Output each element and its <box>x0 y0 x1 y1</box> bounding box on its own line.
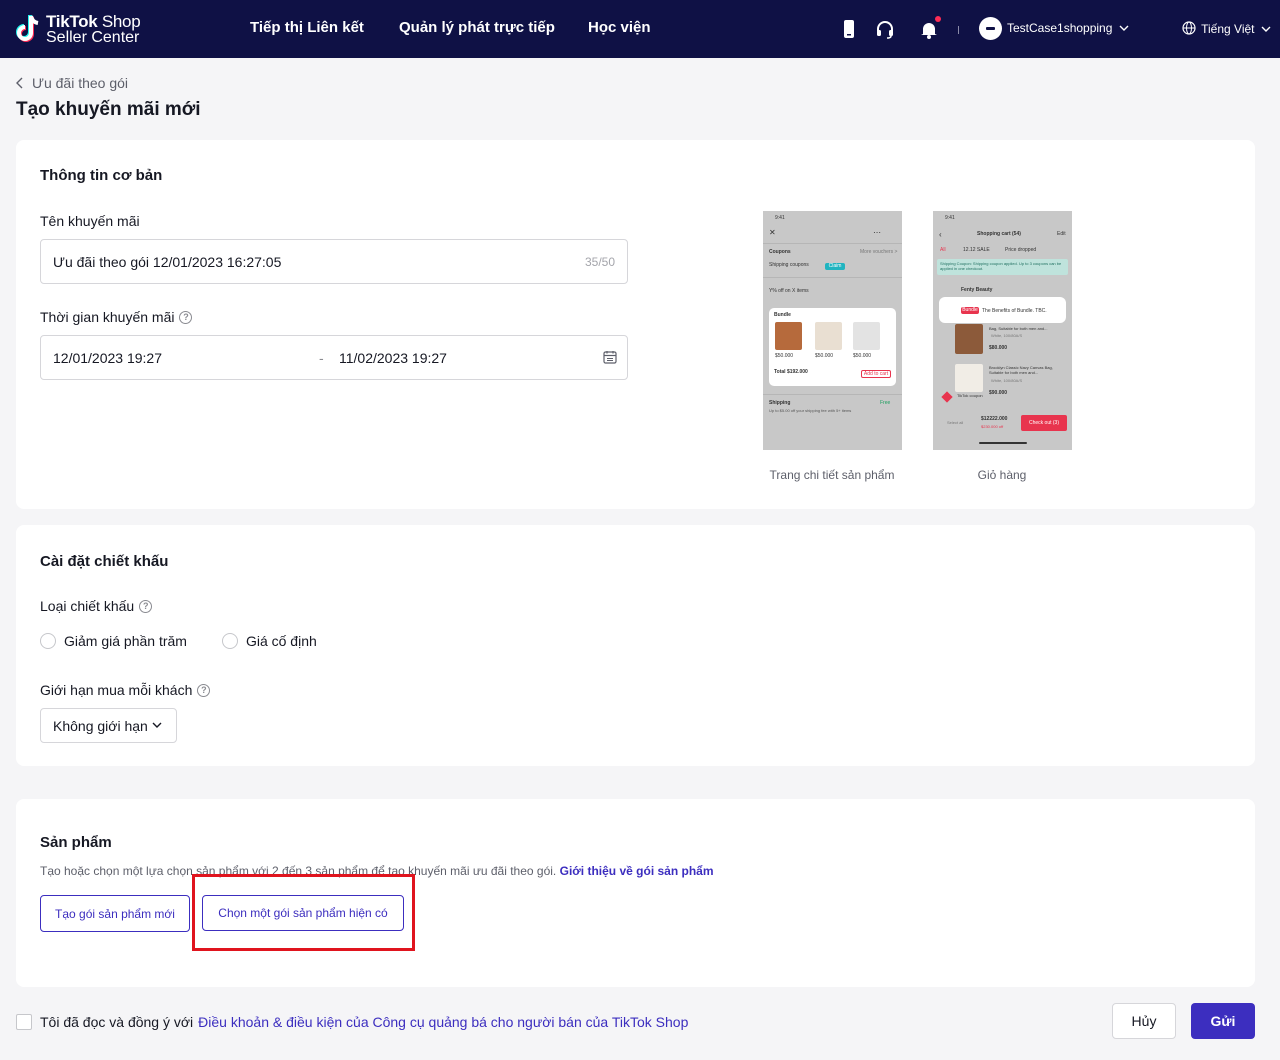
chevron-down-icon <box>1119 25 1129 31</box>
section-title: Cài đặt chiết khấu <box>40 553 169 570</box>
discount-type-label: Loại chiết khấu? <box>40 598 153 614</box>
time-end: 11/02/2023 19:27 <box>339 350 447 366</box>
preview-caption-product: Trang chi tiết sản phẩm <box>769 468 895 482</box>
tiktok-shop-logo[interactable]: TikTok Shop Seller Center <box>14 12 144 48</box>
language-selector[interactable]: Tiếng Việt <box>1182 21 1271 36</box>
cancel-button[interactable]: Hủy <box>1112 1003 1176 1039</box>
notification-dot <box>935 16 941 22</box>
phone-icon[interactable] <box>838 18 860 40</box>
promo-time-label: Thời gian khuyến mãi? <box>40 309 193 325</box>
purchase-limit-label: Giới hạn mua mỗi khách? <box>40 682 211 698</box>
user-menu[interactable]: TestCase1shopping <box>1007 21 1129 35</box>
radio-percent[interactable] <box>40 633 56 649</box>
purchase-limit-value: Không giới hạn <box>53 718 148 734</box>
time-start: 12/01/2023 19:27 <box>53 350 162 366</box>
discount-type-group: Giảm giá phần trăm Giá cố định <box>40 633 317 649</box>
agree-text: Tôi đã đọc và đồng ý với Điều khoản & điề… <box>40 1014 689 1030</box>
help-icon[interactable]: ? <box>139 599 153 613</box>
submit-button[interactable]: Gửi <box>1191 1003 1255 1039</box>
radio-percent-label[interactable]: Giảm giá phần trăm <box>64 633 187 649</box>
create-bundle-button[interactable]: Tạo gói sản phẩm mới <box>40 895 190 932</box>
section-title: Thông tin cơ bản <box>40 167 163 184</box>
promo-name-label: Tên khuyến mãi <box>40 213 140 229</box>
section-title: Sản phẩm <box>40 834 112 851</box>
nav-link-academy[interactable]: Học viện <box>588 19 651 36</box>
promo-name-input[interactable]: Ưu đãi theo gói 12/01/2023 16:27:05 35/5… <box>40 239 628 284</box>
basic-info-card: Thông tin cơ bản Tên khuyến mãi Ưu đãi t… <box>16 140 1255 509</box>
tiktok-logo-icon <box>16 15 39 42</box>
chevron-down-icon <box>152 722 162 728</box>
nav-divider <box>958 26 959 34</box>
agree-checkbox[interactable] <box>16 1014 32 1030</box>
chevron-down-icon <box>1261 26 1271 32</box>
help-icon[interactable]: ? <box>179 310 193 324</box>
terms-link[interactable]: Điều khoản & điều kiện của Công cụ quảng… <box>198 1014 688 1030</box>
top-nav: TikTok Shop Seller Center Tiếp thị Liên … <box>0 0 1280 58</box>
purchase-limit-select[interactable]: Không giới hạn <box>40 708 177 743</box>
radio-fixed-label[interactable]: Giá cố định <box>246 633 317 649</box>
preview-caption-cart: Giỏ hàng <box>977 468 1027 482</box>
char-count: 35/50 <box>584 255 615 269</box>
discount-settings-card: Cài đặt chiết khấu Loại chiết khấu? Giảm… <box>16 525 1255 766</box>
breadcrumb[interactable]: Ưu đãi theo gói <box>16 75 128 91</box>
globe-icon <box>1182 21 1196 35</box>
highlight-box <box>192 874 415 951</box>
cart-preview: 9:41 ‹ Shopping cart (54) Edit All 12.12… <box>933 211 1072 450</box>
promo-time-range-input[interactable]: 12/01/2023 19:27 - 11/02/2023 19:27 <box>40 335 628 380</box>
nav-link-live[interactable]: Quản lý phát trực tiếp <box>399 19 555 36</box>
headset-icon[interactable] <box>874 18 896 40</box>
calendar-icon[interactable] <box>603 350 617 364</box>
nav-link-affiliate[interactable]: Tiếp thị Liên kết <box>250 19 364 36</box>
promo-name-value: Ưu đãi theo gói 12/01/2023 16:27:05 <box>53 254 282 270</box>
page-title: Tạo khuyến mãi mới <box>16 99 201 120</box>
help-icon[interactable]: ? <box>197 683 211 697</box>
radio-fixed[interactable] <box>221 633 238 649</box>
time-separator: - <box>319 350 324 366</box>
logo-subtext: Seller Center <box>46 29 140 46</box>
breadcrumb-label: Ưu đãi theo gói <box>32 75 129 91</box>
avatar[interactable] <box>979 17 1002 40</box>
bundle-intro-link[interactable]: Giới thiệu về gói sản phẩm <box>560 864 714 878</box>
product-detail-preview: 9:41 ✕ ⋯ Coupons More vouchers > Shippin… <box>763 211 902 450</box>
chevron-left-icon <box>16 77 23 89</box>
